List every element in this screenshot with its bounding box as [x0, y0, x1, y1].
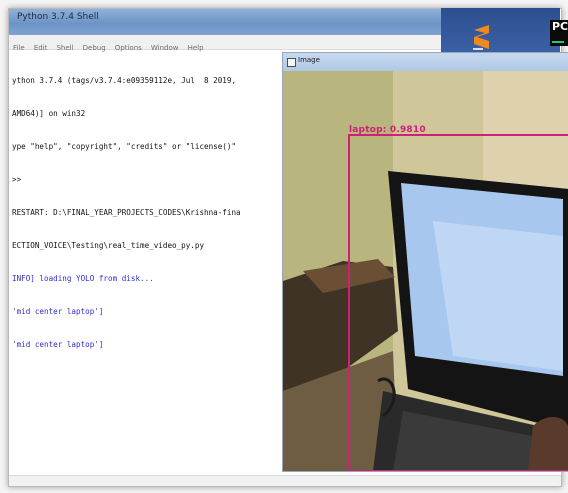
desktop-background — [441, 8, 560, 58]
shell-menubar: File Edit Shell Debug Options Window Hel… — [9, 35, 449, 52]
shell-title: Python 3.7.4 Shell — [17, 12, 99, 22]
image-window-title: Image — [298, 56, 320, 64]
image-window-titlebar[interactable]: Image — [283, 53, 568, 72]
detection-label: laptop: 0.9810 — [349, 125, 426, 135]
shell-statusbar — [9, 475, 561, 486]
sublime-text-icon[interactable] — [467, 24, 497, 52]
pycharm-icon[interactable]: PC — [550, 20, 568, 46]
shell-titlebar[interactable]: Python 3.7.4 Shell — [9, 9, 449, 35]
window-icon — [287, 58, 296, 67]
image-window[interactable]: Image laptop: 0.9810 — [282, 52, 568, 472]
pycharm-icon-label: PC — [552, 20, 568, 33]
pycharm-icon-bar — [552, 41, 564, 43]
